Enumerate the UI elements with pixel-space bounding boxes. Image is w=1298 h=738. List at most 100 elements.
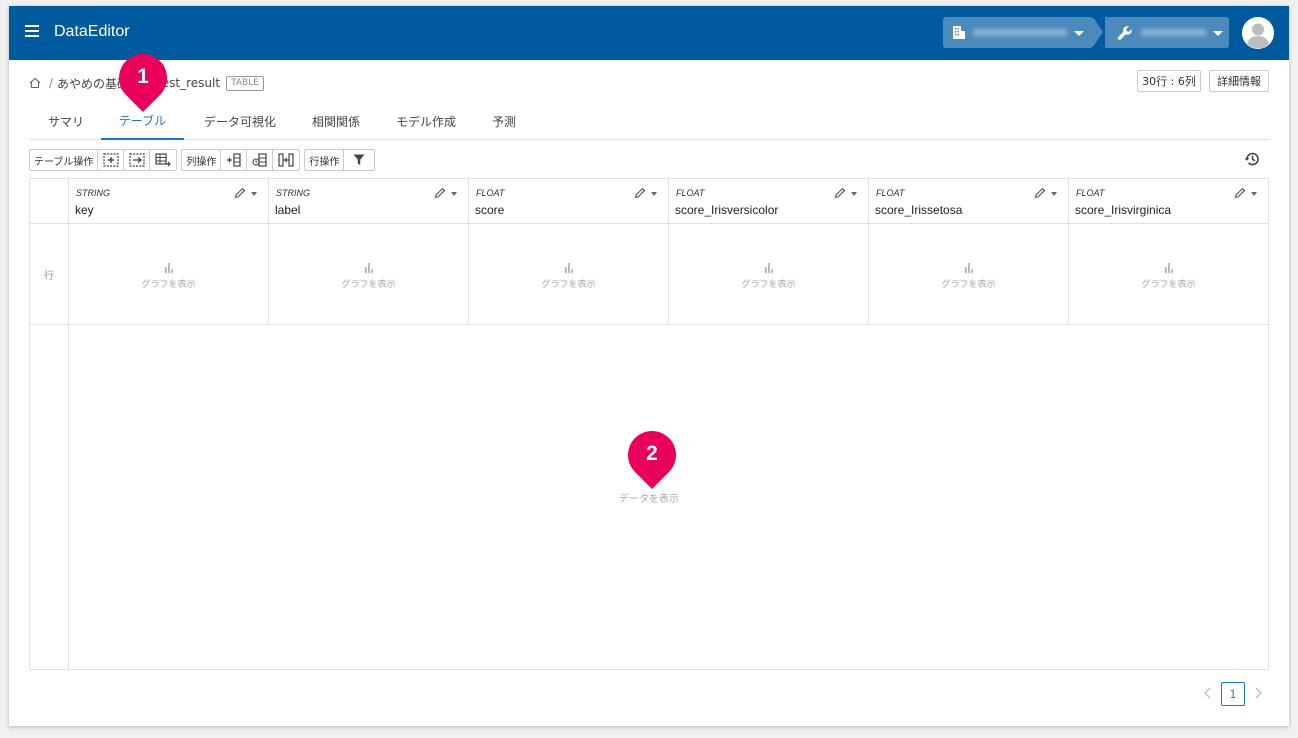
row-header-label: 行: [30, 225, 68, 325]
column-key: STRING key グラフを表示: [69, 179, 269, 325]
pencil-icon[interactable]: [834, 187, 846, 199]
column-name: score: [475, 203, 505, 217]
graph-label: グラフを表示: [1141, 280, 1196, 290]
table-export-button[interactable]: [150, 150, 176, 170]
building-icon: [953, 26, 965, 39]
table-expand-button[interactable]: [98, 150, 125, 170]
column-label: STRING label グラフを表示: [269, 179, 469, 325]
pencil-icon[interactable]: [434, 187, 446, 199]
column-score-irissetosa: FLOAT score_Irissetosa グラフを表示: [869, 179, 1069, 325]
row-header-column: 行: [30, 179, 69, 669]
graph-label: グラフを表示: [141, 280, 196, 290]
column-merge-icon: [278, 153, 295, 167]
tab-data-visualization[interactable]: データ可視化: [194, 102, 286, 140]
column-menu-caret[interactable]: [851, 192, 857, 196]
tab-bar: サマリ テーブル データ可視化 相関関係 モデル作成 予測: [29, 102, 1270, 140]
column-merge-button[interactable]: [273, 150, 299, 170]
column-ops-group: 列操作: [181, 149, 301, 171]
chevron-down-icon: [1074, 31, 1084, 36]
column-menu-caret[interactable]: [1251, 192, 1257, 196]
user-avatar[interactable]: [1242, 17, 1274, 49]
filter-icon: [353, 154, 365, 165]
column-calc-button[interactable]: [247, 150, 274, 170]
column-name: label: [275, 203, 301, 217]
corner-cell: [30, 179, 68, 224]
graph-toggle[interactable]: グラフを表示: [1069, 225, 1268, 325]
hamburger-menu-icon[interactable]: [25, 25, 41, 41]
tab-summary[interactable]: サマリ: [31, 102, 101, 140]
column-calc-icon: [252, 153, 267, 167]
chevron-left-icon[interactable]: [1201, 685, 1215, 701]
details-button[interactable]: 詳細情報: [1209, 70, 1269, 92]
column-header: FLOAT score_Irissetosa: [869, 179, 1068, 224]
tab-model-creation[interactable]: モデル作成: [385, 102, 467, 140]
column-menu-caret[interactable]: [651, 192, 657, 196]
row-ops-label: 行操作: [305, 150, 345, 170]
breadcrumb-separator: /: [49, 76, 54, 90]
tab-prediction[interactable]: 予測: [481, 102, 527, 140]
history-icon[interactable]: [1243, 150, 1261, 168]
column-type: FLOAT: [676, 188, 705, 198]
bar-chart-icon: [1164, 263, 1173, 273]
column-score-irisversicolor: FLOAT score_Irisversicolor グラフを表示: [669, 179, 869, 325]
row-col-count-button[interactable]: 30行 : 6列: [1137, 70, 1201, 92]
column-type: STRING: [76, 188, 111, 198]
annotation-pin-1-label: 1: [137, 65, 149, 88]
graph-label: グラフを表示: [741, 280, 796, 290]
tab-correlation[interactable]: 相関関係: [299, 102, 373, 140]
graph-toggle[interactable]: グラフを表示: [469, 225, 668, 325]
add-column-icon: [226, 153, 241, 167]
column-header: FLOAT score_Irisversicolor: [669, 179, 868, 224]
bar-chart-icon: [364, 263, 373, 273]
add-column-button[interactable]: [221, 150, 248, 170]
page-number-button[interactable]: 1: [1221, 682, 1245, 706]
data-grid: 行 STRING key グラフを表示 STRING label グラフを表示 …: [29, 178, 1269, 670]
graph-label: グラフを表示: [941, 280, 996, 290]
row-filter-button[interactable]: [344, 150, 374, 170]
home-icon[interactable]: [29, 77, 41, 89]
table-type-badge: TABLE: [226, 75, 264, 91]
chevron-right-icon[interactable]: [1251, 685, 1265, 701]
graph-label: グラフを表示: [341, 280, 396, 290]
graph-label: グラフを表示: [541, 280, 596, 290]
column-header: STRING key: [69, 179, 268, 224]
table-export-icon: [155, 153, 172, 167]
column-score-irisvirginica: FLOAT score_Irisvirginica グラフを表示: [1069, 179, 1268, 325]
organization-select[interactable]: [943, 17, 1093, 48]
grid-toolbar: テーブル操作 列操作 行操作: [29, 149, 379, 171]
chevron-down-icon: [1213, 31, 1223, 36]
table-transform-icon: [129, 153, 145, 167]
column-menu-caret[interactable]: [1051, 192, 1057, 196]
column-name: score_Irissetosa: [875, 203, 963, 217]
app-window: DataEditor / あやめの基礎 test_result TABLE 30…: [9, 6, 1289, 726]
user-icon: [1242, 17, 1274, 49]
pencil-icon[interactable]: [1234, 187, 1246, 199]
pencil-icon[interactable]: [634, 187, 646, 199]
column-type: STRING: [276, 188, 311, 198]
project-select[interactable]: [1105, 17, 1229, 48]
column-type: FLOAT: [476, 188, 505, 198]
show-data-link[interactable]: データを表示: [30, 490, 1268, 505]
bar-chart-icon: [764, 263, 773, 273]
column-name: key: [75, 203, 94, 217]
column-type: FLOAT: [1076, 188, 1105, 198]
column-name: score_Irisvirginica: [1075, 203, 1172, 217]
column-header: FLOAT score: [469, 179, 668, 224]
table-ops-group: テーブル操作: [29, 149, 178, 171]
bar-chart-icon: [164, 263, 173, 273]
graph-toggle[interactable]: グラフを表示: [669, 225, 868, 325]
breadcrumb-separator: [1093, 17, 1103, 47]
column-menu-caret[interactable]: [451, 192, 457, 196]
column-score: FLOAT score グラフを表示: [469, 179, 669, 325]
bar-chart-icon: [564, 263, 573, 273]
table-ops-label: テーブル操作: [30, 150, 99, 170]
table-transform-button[interactable]: [124, 150, 151, 170]
table-expand-icon: [103, 153, 119, 167]
pencil-icon[interactable]: [1034, 187, 1046, 199]
graph-toggle[interactable]: グラフを表示: [69, 225, 268, 325]
column-menu-caret[interactable]: [251, 192, 257, 196]
graph-toggle[interactable]: グラフを表示: [869, 225, 1068, 325]
pencil-icon[interactable]: [234, 187, 246, 199]
wrench-icon: [1117, 26, 1132, 40]
graph-toggle[interactable]: グラフを表示: [269, 225, 468, 325]
